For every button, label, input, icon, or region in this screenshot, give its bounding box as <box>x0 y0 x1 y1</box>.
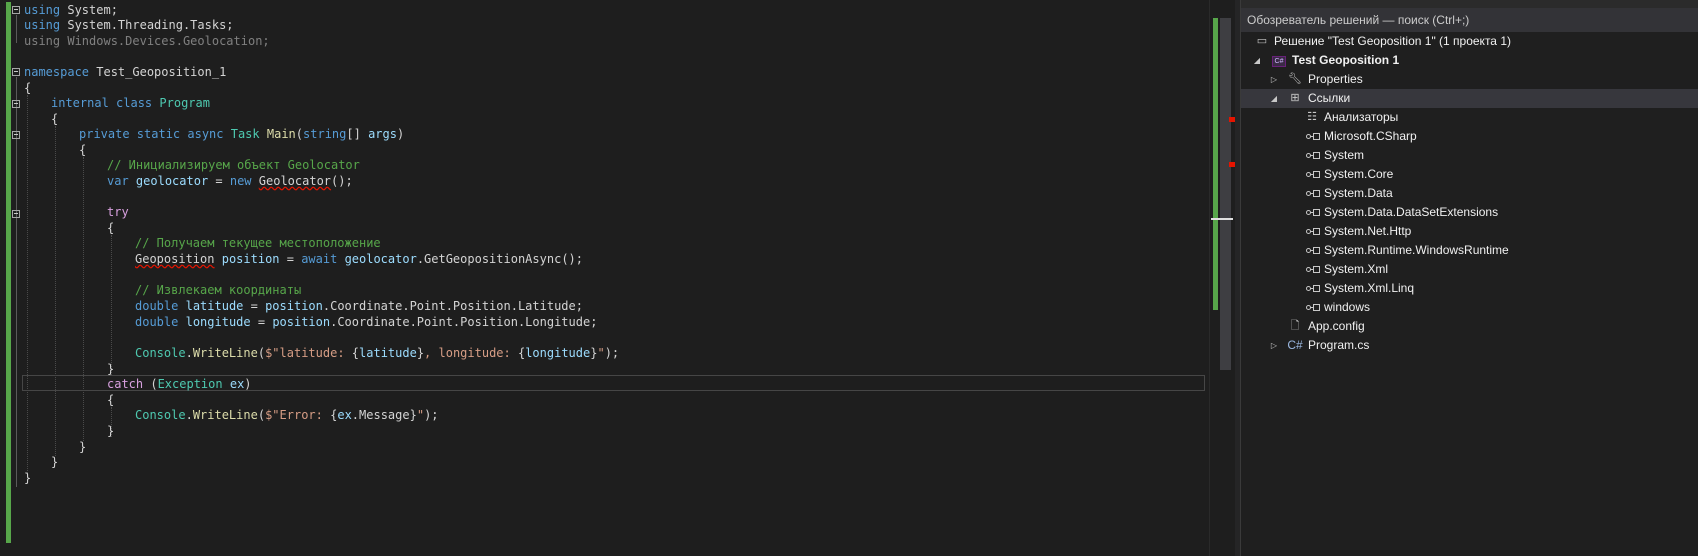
assembly-reference-icon <box>1306 190 1320 198</box>
triangle-right-icon[interactable]: ▷ <box>1269 336 1279 355</box>
tree-item-label: Properties <box>1308 72 1363 86</box>
tree-item-label: App.config <box>1308 319 1365 333</box>
code-line[interactable]: { <box>51 111 58 128</box>
assembly-reference-icon <box>1306 171 1320 179</box>
code-line[interactable]: { <box>107 392 114 409</box>
fold-toggle-icon[interactable] <box>12 210 20 218</box>
tree-item-label: Решение "Test Geoposition 1" (1 проекта … <box>1274 34 1511 48</box>
code-line[interactable]: } <box>24 470 31 487</box>
assembly-reference-icon <box>1306 209 1320 217</box>
csharp-file-icon: C# <box>1287 338 1303 352</box>
code-line[interactable]: try <box>107 204 129 221</box>
tree-item-reference[interactable]: System.Data <box>1241 184 1698 203</box>
fold-toggle-icon[interactable] <box>12 131 20 139</box>
code-line[interactable]: namespace Test_Geoposition_1 <box>24 64 226 81</box>
tree-item-reference[interactable]: System.Xml.Linq <box>1241 279 1698 298</box>
scrollbar-thumb[interactable] <box>1220 18 1231 370</box>
code-line[interactable]: private static async Task Main(string[] … <box>79 126 404 143</box>
code-line[interactable]: internal class Program <box>51 95 210 112</box>
csharp-project-icon: C# <box>1270 51 1288 70</box>
code-line[interactable]: using Windows.Devices.Geolocation; <box>24 33 270 50</box>
tree-item-reference[interactable]: System.Runtime.WindowsRuntime <box>1241 241 1698 260</box>
tree-item-references[interactable]: ◢ ⊞ Ссылки <box>1241 89 1698 108</box>
code-line[interactable]: // Получаем текущее местоположение <box>135 235 381 252</box>
assembly-reference-icon <box>1306 304 1320 312</box>
references-icon: ⊞ <box>1290 92 1300 104</box>
tree-item-reference[interactable]: windows <box>1241 298 1698 317</box>
code-line[interactable]: var geolocator = new Geolocator(); <box>107 173 353 190</box>
assembly-reference-icon <box>1306 152 1320 160</box>
wrench-icon: 🔧︎ <box>1288 73 1302 85</box>
code-line[interactable]: } <box>79 439 86 456</box>
code-line[interactable]: double latitude = position.Coordinate.Po… <box>135 298 583 315</box>
assembly-reference-icon <box>1306 228 1320 236</box>
code-line[interactable]: double longitude = position.Coordinate.P… <box>135 314 597 331</box>
assembly-reference-icon <box>1306 133 1320 141</box>
change-tracking-bar <box>6 2 11 543</box>
tree-item-reference[interactable]: Microsoft.CSharp <box>1241 127 1698 146</box>
tree-item-project[interactable]: ◢ C# Test Geoposition 1 <box>1241 51 1698 70</box>
tree-item-label: windows <box>1324 300 1371 314</box>
fold-line <box>16 15 17 43</box>
tree-item-reference[interactable]: System.Data.DataSetExtensions <box>1241 203 1698 222</box>
solution-icon: ▭ <box>1256 35 1268 47</box>
code-line[interactable]: { <box>79 142 86 159</box>
tree-item-label: System.Xml.Linq <box>1324 281 1415 295</box>
tree-item-solution[interactable]: ▭ Решение "Test Geoposition 1" (1 проект… <box>1241 32 1698 51</box>
assembly-reference-icon <box>1306 285 1320 293</box>
tree-item-label: System.Data.DataSetExtensions <box>1324 205 1499 219</box>
scrollbar-change-marker <box>1213 18 1218 310</box>
code-line[interactable]: { <box>24 80 31 97</box>
tree-item-label: Ссылки <box>1308 91 1351 105</box>
tree-item-label: System.Net.Http <box>1324 224 1412 238</box>
tree-item-label: System <box>1324 148 1365 162</box>
code-line[interactable]: { <box>107 220 114 237</box>
code-line[interactable]: } <box>51 454 58 471</box>
indent-guide <box>111 235 112 375</box>
tree-item-reference[interactable]: System.Net.Http <box>1241 222 1698 241</box>
code-line[interactable]: Console.WriteLine($"latitude: {latitude}… <box>135 345 619 362</box>
tree-item-analyzers[interactable]: ☷ Анализаторы <box>1241 108 1698 127</box>
triangle-down-icon[interactable]: ◢ <box>1252 51 1262 70</box>
solution-explorer: Обозреватель решений — поиск (Ctrl+;) ▭ … <box>1240 0 1698 556</box>
code-line[interactable]: // Инициализируем объект Geolocator <box>107 157 360 174</box>
analyzer-icon: ☷ <box>1307 111 1317 123</box>
triangle-right-icon[interactable]: ▷ <box>1269 70 1279 89</box>
tree-item-reference[interactable]: System.Core <box>1241 165 1698 184</box>
solution-explorer-toolbar <box>1241 0 1698 8</box>
tree-item-label: Test Geoposition 1 <box>1292 53 1400 67</box>
code-line[interactable]: Geoposition position = await geolocator.… <box>135 251 583 268</box>
code-editor[interactable]: using System; using System.Threading.Tas… <box>0 0 1209 556</box>
tree-item-program-cs[interactable]: ▷ C# Program.cs <box>1241 336 1698 355</box>
tree-item-label: Program.cs <box>1308 338 1370 352</box>
indent-guide <box>27 95 28 473</box>
tree-item-properties[interactable]: ▷ 🔧︎ Properties <box>1241 70 1698 89</box>
scrollbar-caret-marker <box>1211 218 1233 220</box>
tree-item-label: System.Xml <box>1324 262 1389 276</box>
tree-item-app-config[interactable]: 🗋︎ App.config <box>1241 317 1698 336</box>
config-file-icon: 🗋︎ <box>1290 320 1300 332</box>
tree-item-label: System.Core <box>1324 167 1394 181</box>
code-line[interactable]: Console.WriteLine($"Error: {ex.Message}"… <box>135 407 439 424</box>
code-line[interactable]: using System.Threading.Tasks; <box>24 17 234 34</box>
tree-item-label: Анализаторы <box>1324 110 1399 124</box>
tree-item-label: System.Runtime.WindowsRuntime <box>1324 243 1509 257</box>
indent-guide <box>55 126 56 456</box>
triangle-down-icon[interactable]: ◢ <box>1269 89 1279 108</box>
tree-item-reference[interactable]: System <box>1241 146 1698 165</box>
fold-toggle-icon[interactable] <box>12 6 20 14</box>
assembly-reference-icon <box>1306 266 1320 274</box>
code-line[interactable]: catch (Exception ex) <box>107 376 252 393</box>
assembly-reference-icon <box>1306 247 1320 255</box>
fold-toggle-icon[interactable] <box>12 68 20 76</box>
code-line[interactable]: } <box>107 423 114 440</box>
tree-item-label: Microsoft.CSharp <box>1324 129 1417 143</box>
solution-explorer-search-input[interactable]: Обозреватель решений — поиск (Ctrl+;) <box>1241 8 1698 32</box>
tree-item-label: System.Data <box>1324 186 1393 200</box>
indent-guide <box>83 157 84 441</box>
fold-toggle-icon[interactable] <box>12 100 20 108</box>
code-line[interactable]: // Извлекаем координаты <box>135 282 301 299</box>
tree-item-reference[interactable]: System.Xml <box>1241 260 1698 279</box>
